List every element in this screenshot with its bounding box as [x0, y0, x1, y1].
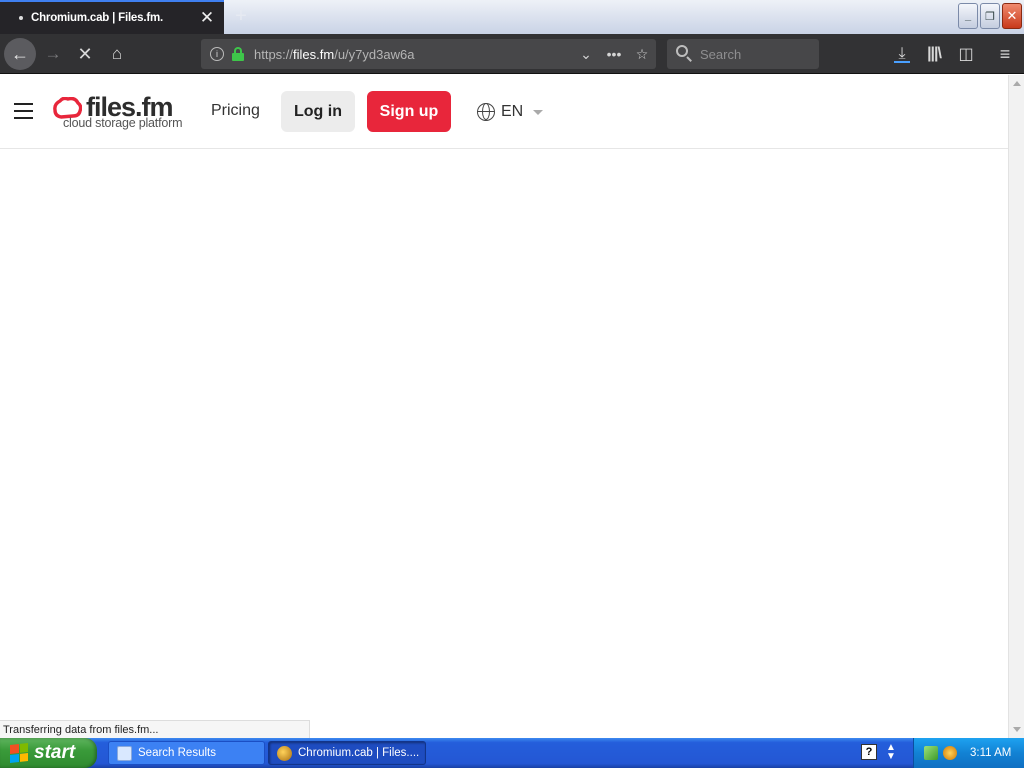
system-tray: 3:11 AM [913, 738, 1024, 768]
pricing-link[interactable]: Pricing [211, 102, 260, 120]
url-path: /u/y7yd3aw6a [334, 46, 415, 62]
tab-close-icon[interactable]: ✕ [196, 7, 218, 29]
browser-toolbar: ← → ✕ ⌂ i https://files.fm/u/y7yd3aw6a ⌄… [0, 34, 1024, 74]
url-scheme: https:// [254, 46, 294, 62]
restore-button[interactable]: ❐ [980, 3, 1000, 29]
browser-window-icon [277, 745, 292, 761]
logo-tagline: cloud storage platform [63, 116, 183, 130]
start-label: start [34, 742, 76, 763]
clock[interactable]: 3:11 AM [970, 747, 1011, 759]
tab-strip: Chromium.cab | Files.fm. ✕ + _ ❐ ✕ [0, 0, 1024, 34]
login-button[interactable]: Log in [281, 91, 355, 132]
help-icon[interactable]: ? [861, 744, 877, 760]
signup-button[interactable]: Sign up [367, 91, 451, 132]
tab-title: Chromium.cab | Files.fm. [31, 12, 163, 24]
back-button[interactable]: ← [4, 38, 36, 70]
page-actions-icon[interactable]: ••• [600, 46, 628, 62]
page-content: files.fm cloud storage platform Pricing … [0, 75, 1008, 720]
windows-flag-icon [10, 743, 28, 763]
new-tab-button[interactable]: + [230, 5, 252, 27]
home-button[interactable]: ⌂ [105, 42, 129, 66]
search-icon [676, 45, 694, 63]
search-results-window-icon [117, 745, 132, 761]
url-dropdown-icon[interactable]: ⌄ [572, 46, 600, 63]
stop-loading-button[interactable]: ✕ [73, 42, 97, 66]
browser-tab-active[interactable]: Chromium.cab | Files.fm. ✕ [0, 0, 224, 34]
taskbar-expand-icon[interactable]: ▲ ▼ [885, 743, 897, 762]
url-host: files.fm [293, 46, 335, 62]
scroll-up-arrow-icon[interactable] [1013, 81, 1021, 86]
download-progress-indicator [894, 61, 910, 63]
hamburger-menu-icon[interactable] [14, 103, 33, 119]
lock-icon[interactable] [232, 47, 244, 61]
menu-icon[interactable]: ≡ [993, 42, 1017, 66]
taskbar-window-search-results[interactable]: Search Results [108, 741, 265, 765]
url-text[interactable]: https://files.fm/u/y7yd3aw6a [254, 47, 572, 62]
windows-taskbar: start Search Results Chromium.cab | File… [0, 738, 1024, 768]
status-bar-text: Transferring data from files.fm... [0, 720, 310, 738]
url-bar[interactable]: i https://files.fm/u/y7yd3aw6a ⌄ ••• ☆ [201, 39, 656, 69]
search-placeholder: Search [700, 46, 742, 62]
chevron-down-icon [533, 109, 544, 115]
site-logo[interactable]: files.fm cloud storage platform [53, 92, 193, 132]
site-header: files.fm cloud storage platform Pricing … [0, 75, 1008, 149]
taskbar-window-chromium[interactable]: Chromium.cab | Files.... [268, 741, 426, 765]
minimize-button[interactable]: _ [958, 3, 978, 29]
page-scrollbar[interactable] [1008, 75, 1024, 738]
network-tray-icon[interactable] [924, 746, 938, 760]
forward-button[interactable]: → [41, 42, 65, 66]
taskbar-window-label: Search Results [138, 747, 216, 759]
window-close-button[interactable]: ✕ [1002, 3, 1022, 29]
search-input[interactable]: Search [667, 39, 819, 69]
taskbar-window-label: Chromium.cab | Files.... [298, 747, 420, 759]
language-code: EN [501, 103, 524, 120]
library-icon[interactable]: |||\ [922, 42, 946, 66]
window-controls: _ ❐ ✕ [958, 3, 1022, 29]
tab-loading-dot-icon [19, 16, 23, 20]
search-tray-icon[interactable] [943, 746, 957, 760]
scroll-down-arrow-icon[interactable] [1013, 727, 1021, 732]
language-selector[interactable]: EN [477, 103, 544, 121]
start-button[interactable]: start [0, 738, 97, 768]
bookmark-star-icon[interactable]: ☆ [628, 46, 656, 63]
sidebar-toggle-icon[interactable]: ◫ [954, 42, 978, 66]
site-info-icon[interactable]: i [210, 47, 224, 61]
globe-icon [477, 103, 495, 121]
